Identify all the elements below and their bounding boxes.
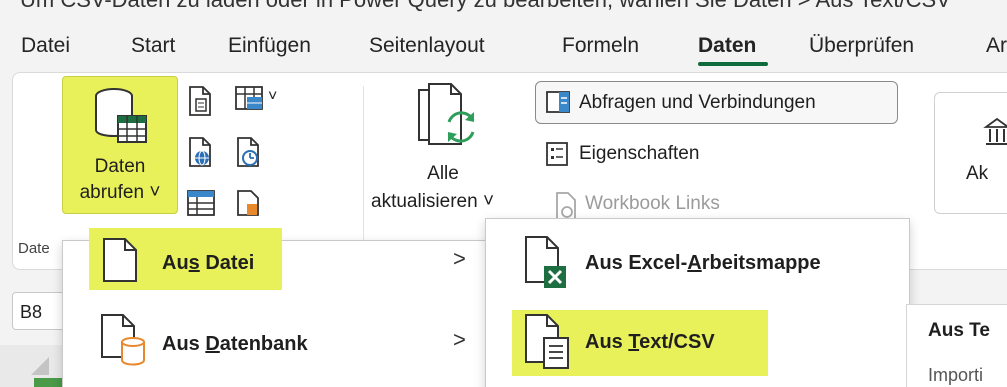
from-text-icon[interactable] [187, 86, 213, 116]
bank-icon [983, 117, 1007, 146]
clipped-ribbon-button-label: Ak [966, 163, 989, 184]
tab-clipped[interactable]: Ar [986, 34, 1007, 58]
clipped-caption: Um CSV-Daten zu laden oder in Power Quer… [20, 0, 951, 13]
file-icon [102, 238, 138, 282]
menu-item-aus-datenbank-label[interactable]: Aus Datenbank [162, 333, 308, 356]
recent-sources-icon[interactable] [235, 137, 261, 167]
select-all-triangle-icon[interactable] [30, 356, 50, 376]
from-picture-icon[interactable] [187, 190, 217, 216]
chevron-down-icon: ˅ [482, 191, 495, 212]
active-tab-indicator [698, 62, 768, 66]
database-table-icon [92, 86, 150, 148]
tooltip-body: Importi [928, 365, 984, 385]
chevron-right-icon: > [453, 327, 466, 352]
menu-item-aus-text-csv-label[interactable]: Aus Text/CSV [585, 331, 715, 354]
name-box-value: B8 [20, 302, 43, 322]
properties-label[interactable]: Eigenschaften [579, 143, 699, 165]
from-table-icon[interactable] [235, 86, 267, 114]
refresh-all-icon[interactable] [415, 82, 483, 156]
refresh-all-label-line1: Alle [427, 163, 459, 184]
menu-item-aus-datei-label[interactable]: Aus Datei [162, 252, 254, 275]
tab-einfuegen[interactable]: Einfügen [228, 34, 311, 58]
database-file-icon [100, 314, 146, 366]
from-web-icon[interactable] [187, 137, 213, 167]
tooltip-title: Aus Te [928, 320, 990, 341]
menu-item-aus-excel-label[interactable]: Aus Excel-Arbeitsmappe [585, 252, 821, 275]
text-csv-icon [524, 314, 574, 370]
properties-icon[interactable] [546, 142, 568, 166]
chevron-down-icon: ˅ [149, 182, 161, 203]
selected-cell-marker [34, 378, 62, 387]
tab-ueberpruefen[interactable]: Überprüfen [809, 34, 914, 58]
tab-formeln[interactable]: Formeln [562, 34, 639, 58]
get-data-label-line2: abrufen ˅ [79, 182, 161, 203]
ribbon-separator [363, 86, 364, 264]
tab-datei[interactable]: Datei [21, 34, 70, 58]
refresh-all-label-line2[interactable]: aktualisieren ˅ [371, 191, 494, 213]
tab-seitenlayout[interactable]: Seitenlayout [369, 34, 485, 58]
tab-start[interactable]: Start [131, 34, 175, 58]
chevron-right-icon: > [453, 246, 466, 271]
chevron-down-icon[interactable]: ˅ [268, 88, 277, 106]
workbook-links-label: Workbook Links [585, 193, 720, 214]
queries-connections-label: Abfragen und Verbindungen [579, 92, 816, 113]
excel-workbook-icon [524, 236, 570, 290]
ribbon-group-label: Date [18, 240, 50, 257]
workbook-links-icon [555, 192, 577, 220]
existing-connections-icon[interactable] [235, 190, 261, 216]
tab-daten[interactable]: Daten [698, 34, 756, 58]
queries-pane-icon [546, 91, 570, 113]
clipped-ribbon-button[interactable] [934, 92, 1007, 214]
get-data-label-line1: Daten [94, 156, 146, 177]
